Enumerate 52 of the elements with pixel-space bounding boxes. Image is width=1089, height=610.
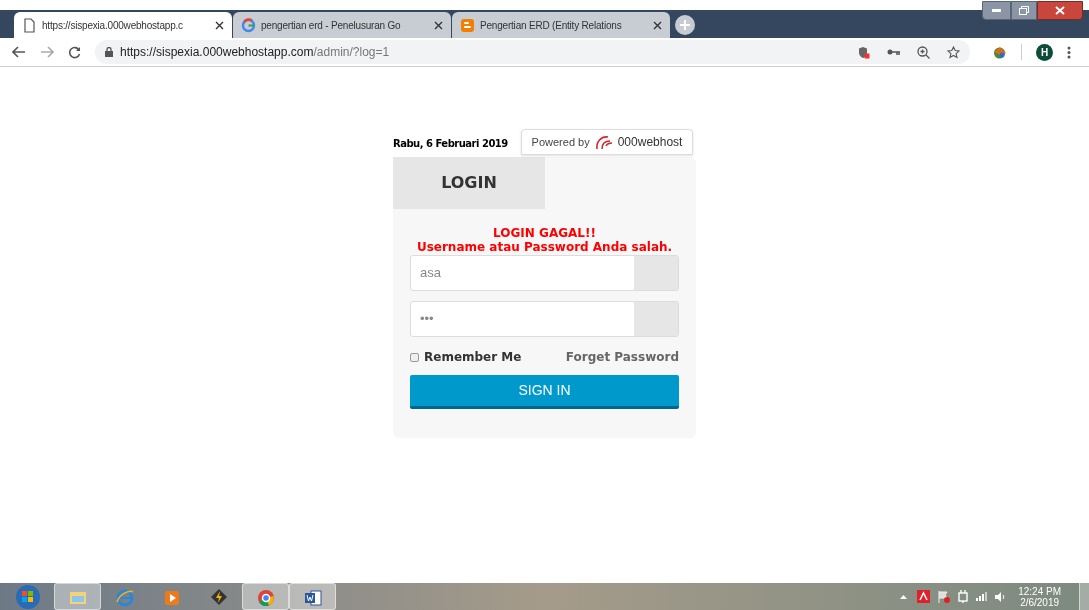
minimize-button[interactable] xyxy=(982,1,1011,20)
browser-tab[interactable]: pengertian erd - Penelusuran Go xyxy=(233,12,451,38)
back-icon[interactable] xyxy=(12,46,26,58)
signal-icon[interactable] xyxy=(976,592,989,601)
close-icon[interactable] xyxy=(653,20,662,30)
flag-icon[interactable] xyxy=(937,590,951,603)
error-message: LOGIN GAGAL!! xyxy=(492,226,597,240)
swirl-icon xyxy=(593,134,614,150)
zoom-icon[interactable] xyxy=(917,45,930,59)
taskbar-button[interactable] xyxy=(242,583,289,610)
antivirus-icon[interactable] xyxy=(917,590,931,603)
url-text: https://sispexia.000webhostapp.com/admin/?log=1 xyxy=(120,44,390,61)
browser-tab[interactable]: https://sispexia.000webhostapp.c xyxy=(14,12,232,38)
close-icon[interactable] xyxy=(434,20,443,30)
login-tab[interactable]: LOGIN xyxy=(393,157,545,209)
volume-icon[interactable] xyxy=(995,591,1007,602)
menu-icon[interactable] xyxy=(1067,45,1071,59)
power-icon[interactable] xyxy=(957,590,970,603)
input-field[interactable]: asa xyxy=(410,255,679,291)
tab-title: Pengertian ERD (Entity Relations xyxy=(480,18,622,33)
browser-tab[interactable]: Pengertian ERD (Entity Relations xyxy=(452,12,670,38)
close-icon[interactable] xyxy=(215,20,224,30)
page-icon xyxy=(22,17,37,33)
address-bar[interactable]: https://sispexia.000webhostapp.com/admin/?log=1 xyxy=(95,40,970,64)
key-icon[interactable] xyxy=(887,48,900,56)
maximize-button[interactable] xyxy=(1011,1,1037,20)
forgot-password-link[interactable]: Forget Password xyxy=(565,348,679,366)
error-message: Username atau Password Anda salah. xyxy=(415,240,674,254)
reload-icon[interactable] xyxy=(68,45,81,59)
clock[interactable]: 12:24 PM 2/6/2019 xyxy=(1018,585,1061,608)
powered-by-badge[interactable]: Powered by 000webhost xyxy=(521,129,693,155)
profile-avatar[interactable]: H xyxy=(1036,43,1053,61)
input-field[interactable]: ••• xyxy=(410,301,679,337)
checkbox-label: Remember Me xyxy=(424,349,522,366)
taskbar-button[interactable] xyxy=(289,583,336,610)
tab-title: https://sispexia.000webhostapp.c xyxy=(42,18,183,33)
extension-icon[interactable] xyxy=(992,45,1007,59)
start-icon[interactable] xyxy=(13,583,43,610)
restore-icon xyxy=(1019,6,1029,15)
blog-icon xyxy=(460,17,475,33)
shield-icon xyxy=(858,45,870,59)
date-text: Rabu, 6 Februari 2019 xyxy=(393,136,508,151)
tray-arrow-icon[interactable] xyxy=(900,594,908,599)
star-icon[interactable] xyxy=(947,45,960,59)
new-tab-icon[interactable] xyxy=(675,15,695,35)
google-icon xyxy=(241,17,256,33)
close-button[interactable] xyxy=(1037,1,1083,20)
lock-icon xyxy=(105,47,113,57)
close-icon xyxy=(1055,6,1065,15)
tab-title: pengertian erd - Penelusuran Go xyxy=(261,18,401,33)
checkbox[interactable] xyxy=(410,352,419,362)
minimize-icon xyxy=(992,9,1001,12)
